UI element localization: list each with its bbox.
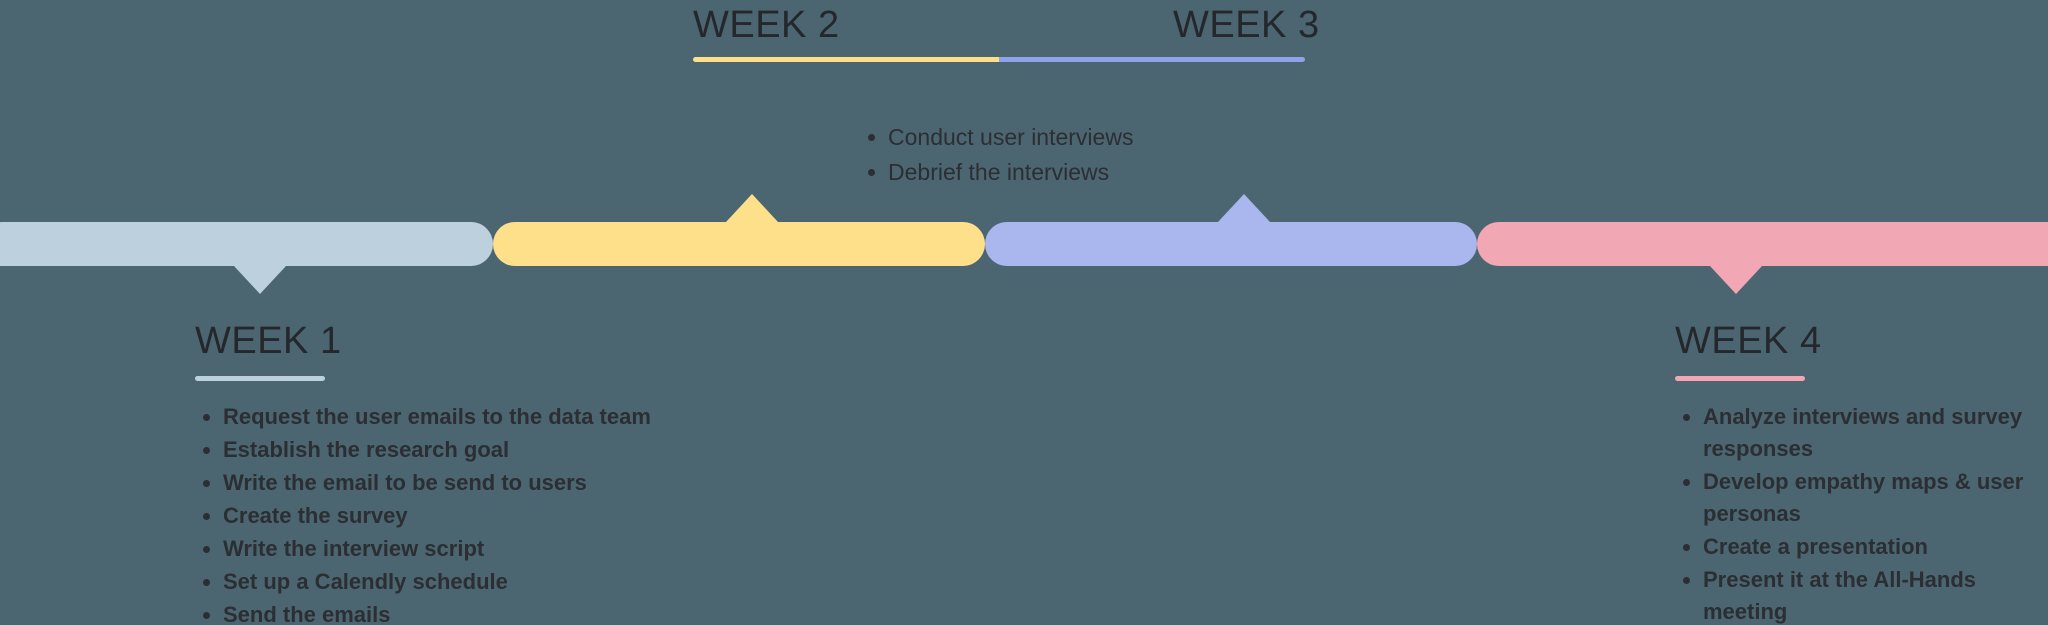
week-1-column-title: WEEK 1 — [195, 320, 342, 362]
list-item: Request the user emails to the data team — [195, 401, 835, 433]
list-item: Establish the research goal — [195, 434, 835, 466]
list-item: Write the email to be send to users — [195, 467, 835, 499]
timeline-segment-week-3 — [985, 222, 1477, 266]
top-bullet-block: Conduct user interviews Debrief the inte… — [860, 100, 1420, 190]
week-4-title-rule — [1675, 376, 1805, 381]
top-week-headers: WEEK 2 WEEK 3 — [693, 0, 1319, 70]
week-2-3-bullet-list: Conduct user interviews Debrief the inte… — [860, 120, 1420, 189]
week-1-block: WEEK 1 Request the user emails to the da… — [195, 318, 835, 625]
timeline-segment-week-2 — [493, 222, 985, 266]
list-item: Create a presentation — [1675, 531, 2048, 563]
week-2-rule — [693, 57, 999, 62]
week-4-marker-arrow-down-icon — [1710, 266, 1762, 294]
top-header-rule — [693, 57, 1305, 62]
week-4-block: WEEK 4 Analyze interviews and survey res… — [1675, 318, 2048, 625]
timeline-segment-week-1 — [0, 222, 493, 266]
week-4-column-title: WEEK 4 — [1675, 320, 1822, 362]
timeline-segment-week-4 — [1477, 222, 2048, 266]
list-item: Develop empathy maps & user personas — [1675, 466, 2048, 530]
list-item: Analyze interviews and survey responses — [1675, 401, 2048, 465]
timeline-diagram: WEEK 2 WEEK 3 Conduct user interviews De… — [0, 0, 2048, 625]
list-item: Debrief the interviews — [860, 155, 1420, 189]
week-2-marker-arrow-up-icon — [726, 194, 778, 222]
week-1-title-rule — [195, 376, 325, 381]
list-item: Write the interview script — [195, 533, 835, 565]
week-1-marker-arrow-down-icon — [234, 266, 286, 294]
list-item: Create the survey — [195, 500, 835, 532]
list-item: Send the emails — [195, 599, 835, 625]
week-3-rule — [999, 57, 1305, 62]
week-4-bullet-list: Analyze interviews and survey responses … — [1675, 401, 2048, 625]
list-item: Conduct user interviews — [860, 120, 1420, 154]
top-title-row: WEEK 2 WEEK 3 — [693, 0, 1319, 52]
timeline-bar — [0, 194, 2048, 294]
list-item: Present it at the All-Hands meeting — [1675, 564, 2048, 625]
week-3-title: WEEK 3 — [1173, 4, 1320, 46]
week-3-marker-arrow-up-icon — [1218, 194, 1270, 222]
list-item: Set up a Calendly schedule — [195, 566, 835, 598]
week-2-title: WEEK 2 — [693, 4, 840, 46]
week-1-bullet-list: Request the user emails to the data team… — [195, 401, 835, 625]
